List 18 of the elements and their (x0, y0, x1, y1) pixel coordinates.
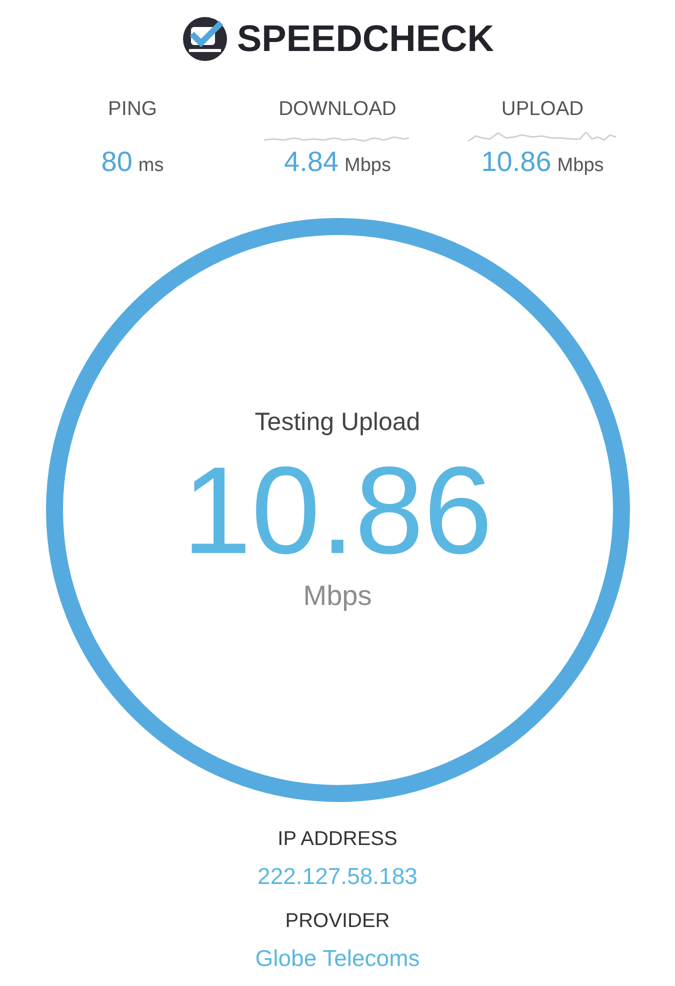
stat-value: 4.84 (284, 146, 339, 178)
stat-value: 10.86 (481, 146, 552, 178)
speed-value: 10.86 (182, 443, 493, 580)
stat-label: UPLOAD (501, 98, 584, 122)
info-value: 222.127.58.183 (258, 863, 418, 890)
stat-unit: ms (138, 155, 164, 177)
stat-unit: Mbps (557, 155, 604, 177)
logo-icon (181, 15, 229, 63)
logo-wordmark: SPEEDCHECK (237, 18, 494, 60)
stat-label: DOWNLOAD (278, 98, 396, 122)
stat-label: PING (108, 98, 157, 122)
info-label: PROVIDER (285, 910, 390, 933)
stat-unit: Mbps (344, 155, 391, 177)
speed-unit: Mbps (303, 580, 372, 612)
info-label: IP ADDRESS (278, 828, 398, 851)
stat-value: 80 (101, 146, 132, 178)
test-status: Testing Upload (254, 408, 420, 438)
info-value: Globe Telecoms (255, 945, 420, 972)
